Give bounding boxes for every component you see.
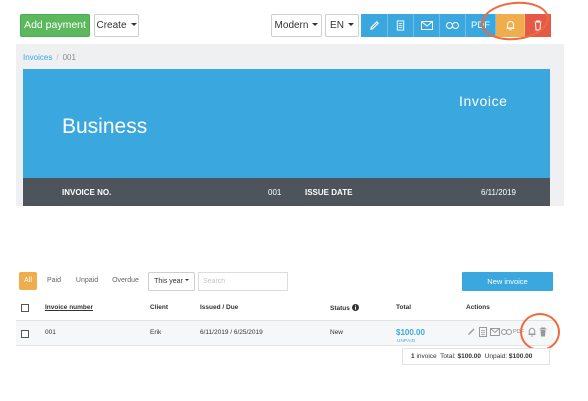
- unpaid-value: $100.00: [508, 353, 533, 360]
- filter-unpaid[interactable]: Unpaid: [72, 272, 102, 290]
- email-button[interactable]: [414, 14, 440, 37]
- chevron-down-icon: [130, 23, 137, 26]
- row-total: $100.00: [396, 328, 425, 337]
- col-actions: Actions: [466, 304, 490, 311]
- breadcrumb-current: 001: [62, 53, 76, 62]
- template-dropdown[interactable]: Modern: [271, 14, 322, 37]
- row-checkbox[interactable]: [21, 330, 29, 338]
- row-client: Erik: [150, 329, 162, 336]
- breadcrumb-separator: /: [56, 53, 59, 62]
- table-divider: [16, 345, 553, 346]
- pdf-button[interactable]: PDF: [466, 14, 496, 37]
- invoice-no-label: INVOICE NO.: [62, 188, 112, 197]
- unpaid-label: Unpaid:: [484, 353, 508, 360]
- col-issued-due: Issued / Due: [200, 304, 239, 311]
- issue-date-value: 6/11/2019: [481, 188, 516, 197]
- invoice-no-value: 001: [268, 188, 282, 197]
- filter-all[interactable]: All: [19, 272, 37, 290]
- col-status-label: Status: [330, 305, 350, 312]
- bell-icon[interactable]: [528, 327, 536, 337]
- invoice-count-label: invoice: [416, 353, 437, 360]
- document-icon: [396, 20, 405, 31]
- invoice-title: Invoice: [459, 93, 508, 109]
- search-input[interactable]: [198, 272, 288, 291]
- template-label: Modern: [274, 20, 309, 31]
- total-label: Total:: [440, 353, 456, 360]
- link-button[interactable]: [440, 14, 466, 37]
- chevron-down-icon: [347, 23, 354, 26]
- filter-overdue[interactable]: Overdue: [109, 272, 142, 290]
- envelope-icon: [420, 21, 433, 30]
- row-pdf-button[interactable]: PDF: [513, 329, 524, 335]
- link-icon[interactable]: [501, 329, 512, 335]
- envelope-icon[interactable]: [490, 328, 500, 336]
- col-invoice-number[interactable]: Invoice number: [45, 304, 93, 311]
- chevron-down-icon: [312, 23, 319, 26]
- document-icon[interactable]: [479, 327, 487, 337]
- reminder-button[interactable]: [496, 14, 525, 37]
- row-dates: 6/11/2019 / 6/25/2019: [200, 329, 263, 336]
- language-dropdown[interactable]: EN: [325, 14, 359, 37]
- col-total: Total: [396, 304, 412, 311]
- trash-icon[interactable]: [539, 327, 547, 337]
- row-invoice-number[interactable]: 001: [45, 329, 56, 336]
- pencil-icon[interactable]: [467, 327, 476, 336]
- filter-paid[interactable]: Paid: [44, 272, 64, 290]
- col-status: Status: [330, 304, 359, 312]
- add-payment-button[interactable]: Add payment: [20, 14, 90, 37]
- col-client: Client: [150, 304, 169, 311]
- issue-date-label: ISSUE DATE: [305, 188, 353, 197]
- create-label: Create: [96, 20, 127, 31]
- totals-summary: 1 invoice Total: $100.00 Unpaid: $100.00: [402, 348, 550, 365]
- invoice-count: 1: [411, 353, 415, 360]
- row-status: New: [330, 329, 344, 336]
- business-name: Business: [62, 115, 148, 138]
- chevron-down-icon: [184, 279, 189, 281]
- delete-button[interactable]: [525, 14, 551, 37]
- trash-icon: [534, 20, 542, 31]
- select-all-checkbox[interactable]: [21, 304, 29, 312]
- breadcrumb: Invoices /001: [23, 53, 76, 62]
- bell-icon: [506, 21, 514, 31]
- total-value: $100.00: [457, 353, 482, 360]
- language-label: EN: [330, 20, 344, 31]
- edit-button[interactable]: [361, 14, 388, 37]
- create-dropdown[interactable]: Create: [94, 14, 139, 37]
- pdf-label: PDF: [471, 20, 490, 31]
- link-icon: [446, 22, 459, 29]
- period-dropdown[interactable]: This year: [148, 272, 195, 291]
- row-payment-status: UNPAID: [397, 338, 416, 343]
- period-label: This year: [154, 278, 183, 285]
- document-button[interactable]: [388, 14, 414, 37]
- new-invoice-button[interactable]: New invoice: [462, 272, 553, 291]
- info-icon[interactable]: [351, 304, 359, 311]
- pencil-icon: [369, 21, 379, 30]
- breadcrumb-invoices-link[interactable]: Invoices: [23, 53, 52, 62]
